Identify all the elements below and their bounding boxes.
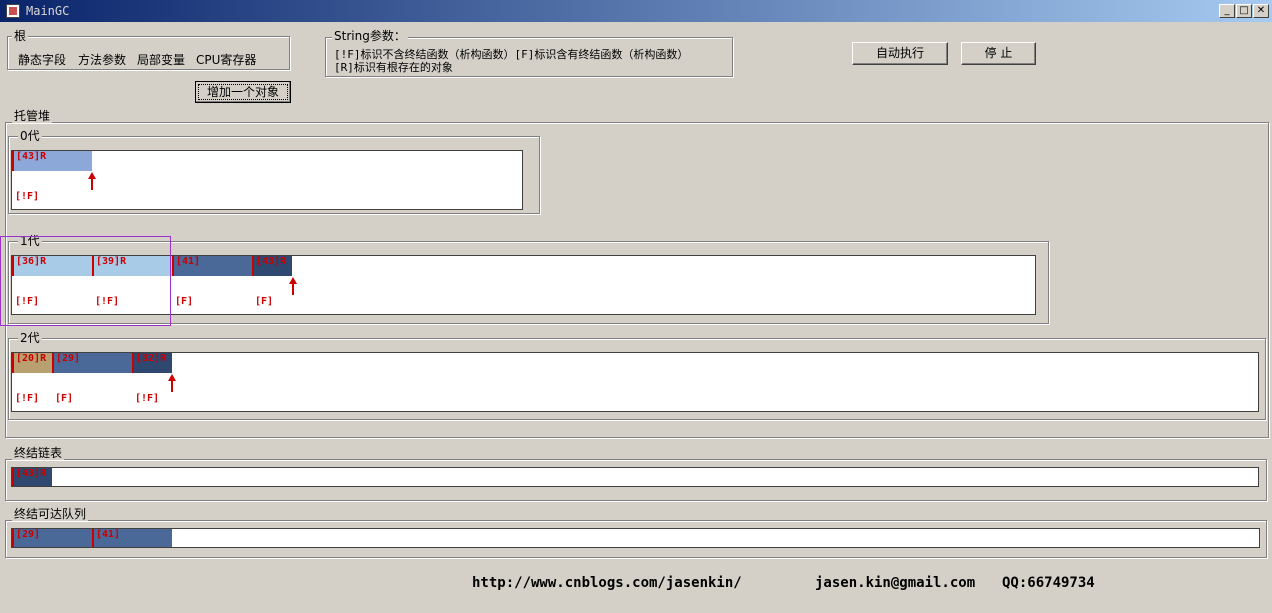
minimize-button[interactable]: _: [1219, 4, 1235, 18]
object-tag: [29]: [56, 353, 81, 364]
object-tag: [29]: [16, 529, 41, 540]
object-tag: [20]R: [16, 353, 47, 364]
gen0-panel: [43]R [!F]: [11, 150, 523, 210]
finalization-panel: [43]R: [11, 467, 1259, 487]
gen0-object-43: [43]R: [12, 151, 92, 171]
gen1-object-41: [41]: [172, 256, 252, 276]
allocation-pointer-icon: [289, 277, 297, 295]
freachable-panel: [29] [41]: [11, 528, 1260, 548]
root-static-fields: 静态字段: [18, 53, 67, 67]
object-tag: [41]: [176, 256, 201, 267]
string-params-label: String参数：: [332, 29, 408, 43]
gen2-object-20: [20]R: [12, 353, 52, 373]
object-flag: [!F]: [15, 393, 40, 404]
object-flag: [F]: [175, 296, 194, 307]
footer-email: jasen.kin@gmail.com: [815, 575, 976, 591]
freachable-object-29: [29]: [12, 529, 92, 547]
add-object-button[interactable]: 增加一个对象: [195, 81, 291, 103]
selection-rectangle: [0, 236, 171, 326]
root-local-vars: 局部变量: [137, 53, 186, 67]
auto-run-button[interactable]: 自动执行: [852, 42, 948, 65]
footer-qq: QQ:66749734: [1002, 575, 1095, 591]
object-tag: [43]R: [256, 256, 287, 267]
allocation-pointer-icon: [168, 374, 176, 392]
object-flag: [!F]: [135, 393, 160, 404]
stop-button[interactable]: 停 止: [961, 42, 1036, 65]
gen2-label: 2代: [18, 331, 42, 345]
close-button[interactable]: ✕: [1253, 4, 1269, 18]
object-flag: [F]: [55, 393, 74, 404]
gen2-object-29: [29]: [52, 353, 132, 373]
freachable-object-41: [41]: [92, 529, 172, 547]
legend-line-2: [R]标识有根存在的对象: [334, 61, 453, 74]
gen2-panel: [20]R [29] [32]R [!F] [F] [!F]: [11, 352, 1259, 412]
object-tag: [32]R: [136, 353, 167, 364]
footer-url: http://www.cnblogs.com/jasenkin/: [472, 575, 742, 591]
title-bar: [0, 0, 1272, 22]
object-flag: [!F]: [15, 191, 40, 202]
object-tag: [43]R: [16, 468, 47, 479]
managed-heap-label: 托管堆: [12, 109, 53, 123]
root-method-params: 方法参数: [78, 53, 127, 67]
gen0-label: 0代: [18, 129, 42, 143]
roots-label: 根: [12, 29, 29, 43]
window-title: MainGC: [26, 4, 70, 18]
allocation-pointer-icon: [88, 172, 96, 190]
object-tag: [41]: [96, 529, 121, 540]
gen1-object-43: [43]R: [252, 256, 292, 276]
object-flag: [F]: [255, 296, 274, 307]
maximize-button[interactable]: □: [1236, 4, 1252, 18]
object-tag: [43]R: [16, 151, 47, 162]
finalization-label: 终结链表: [12, 446, 65, 460]
app-icon: [6, 4, 20, 18]
freachable-label: 终结可达队列: [12, 507, 89, 521]
gen2-object-32: [32]R: [132, 353, 172, 373]
root-cpu-registers: CPU寄存器: [196, 53, 257, 67]
finalization-object-43: [43]R: [12, 468, 52, 486]
